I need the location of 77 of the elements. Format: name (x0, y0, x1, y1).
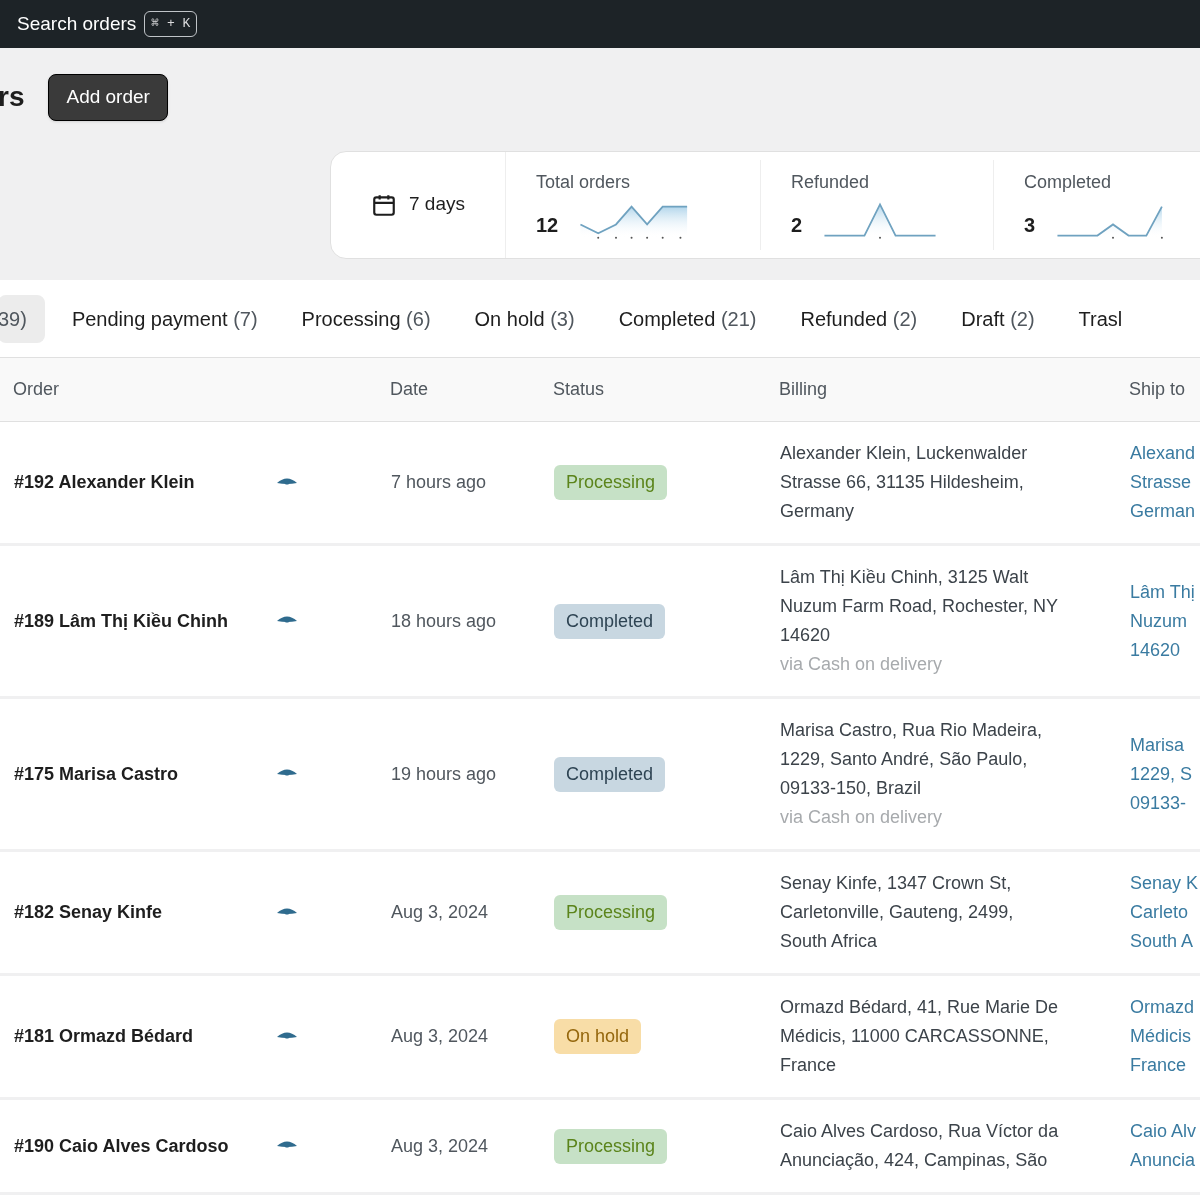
page-title: rs (0, 80, 25, 115)
shipping-address-line[interactable]: Ormazd (1130, 993, 1200, 1022)
order-link[interactable]: #190 Caio Alves Cardoso (14, 1132, 276, 1160)
shipping-address-line[interactable]: Strasse (1130, 468, 1200, 497)
column-header[interactable]: Status (553, 376, 779, 403)
shipping-address-line[interactable]: Médicis (1130, 1022, 1200, 1051)
column-header[interactable]: Ship to (1129, 376, 1200, 403)
status-badge: On hold (554, 1019, 642, 1054)
billing-address-line: 14620 (780, 624, 832, 647)
order-date: 7 hours ago (391, 471, 488, 494)
billing-address-line: Médicis, 11000 CARCASSONNE, (780, 1025, 1050, 1048)
order-date: Aug 3, 2024 (391, 1025, 490, 1048)
stat-label: Total orders (536, 171, 632, 194)
shipping-address-line[interactable]: Marisa (1130, 730, 1200, 760)
order-link[interactable]: #192 Alexander Klein (14, 469, 276, 496)
shipping-address-line[interactable]: 14620 (1130, 635, 1200, 665)
add-order-button[interactable]: Add order (48, 74, 168, 121)
order-date: Aug 3, 2024 (391, 1134, 490, 1158)
billing-address-line: Ormazd Bédard, 41, Rue Marie De (780, 996, 1060, 1019)
filter-tab[interactable]: On hold (3) (457, 294, 592, 343)
order-link[interactable]: #189 Lâm Thị Kiều Chinh (14, 607, 276, 635)
stat-label: Completed (1024, 171, 1113, 194)
billing-address-line: 09133-150, Brazil (780, 777, 923, 800)
order-link[interactable]: #181 Ormazd Bédard (14, 1023, 276, 1050)
column-header[interactable]: Date (390, 376, 553, 403)
status-badge: Processing (554, 1128, 668, 1164)
period-selector[interactable]: 7 days (331, 151, 506, 258)
shipping-address-line[interactable]: Carleto (1130, 898, 1200, 927)
billing-address-line: France (780, 1054, 838, 1077)
billing-address-line: Caio Alves Cardoso, Rua Víctor da (780, 1120, 1060, 1143)
shipping-address-line[interactable]: South A (1130, 927, 1200, 956)
billing-address-line: Alexander Klein, Luckenwalder (780, 442, 1029, 465)
billing-address-line: Senay Kinfe, 1347 Crown St, (780, 872, 1013, 895)
filter-tab[interactable]: Completed (21) (601, 294, 774, 343)
shipping-address-line[interactable]: France (1130, 1051, 1200, 1080)
billing-address-line: South Africa (780, 930, 879, 953)
payment-method: via Cash on delivery (780, 806, 944, 829)
order-date: 18 hours ago (391, 609, 498, 633)
shortcut-hint: ⌘ + K (144, 11, 198, 37)
status-badge: Completed (554, 756, 666, 792)
stat-value: 12 (536, 213, 559, 238)
shipping-address-line[interactable]: 1229, S (1130, 759, 1200, 789)
billing-address-line: Germany (780, 500, 856, 523)
billing-address-line: Strasse 66, 31135 Hildesheim, (780, 471, 1025, 494)
shipping-address-line[interactable]: Alexand (1130, 439, 1200, 468)
filter-tab[interactable]: Processing (6) (284, 294, 448, 343)
order-link[interactable]: #175 Marisa Castro (14, 760, 276, 788)
billing-address-line: 1229, Santo André, São Paulo, (780, 748, 1029, 771)
shipping-address-line[interactable]: Nuzum (1130, 606, 1200, 636)
column-header[interactable]: Billing (779, 376, 1129, 403)
billing-address-line: Anunciação, 424, Campinas, São (780, 1149, 1049, 1172)
billing-address-line: Carletonville, Gauteng, 2499, (780, 901, 1015, 924)
shipping-address-line[interactable]: Lâm Thị (1130, 577, 1200, 607)
filter-tab[interactable]: Refunded (2) (783, 294, 935, 343)
filter-tab[interactable]: Pending payment (7) (54, 294, 275, 343)
order-date: Aug 3, 2024 (391, 901, 490, 924)
shipping-address-line[interactable]: 09133- (1130, 788, 1200, 818)
status-badge: Processing (554, 895, 668, 930)
shipping-address-line[interactable]: Anuncia (1130, 1146, 1200, 1175)
shipping-address-line[interactable]: German (1130, 497, 1200, 526)
stat-value: 2 (791, 213, 803, 238)
shipping-address-line[interactable]: Caio Alv (1130, 1117, 1200, 1146)
payment-method: via Cash on delivery (780, 653, 944, 676)
filter-tab[interactable]: Trasl (1061, 294, 1140, 343)
order-date: 19 hours ago (391, 762, 498, 786)
shipping-address-line[interactable]: Senay K (1130, 869, 1200, 898)
filter-tab[interactable]: Draft (2) (944, 294, 1052, 343)
status-badge: Processing (554, 465, 668, 500)
column-header[interactable]: Order (13, 376, 390, 403)
order-link[interactable]: #182 Senay Kinfe (14, 899, 276, 926)
billing-address-line: Lâm Thị Kiều Chinh, 3125 Walt (780, 566, 1030, 589)
search-button[interactable]: Search orders ⌘ + K (0, 9, 198, 39)
stat-label: Refunded (791, 171, 871, 194)
stat-value: 3 (1024, 213, 1036, 238)
billing-address-line: Nuzum Farm Road, Rochester, NY (780, 595, 1060, 618)
billing-address-line: Marisa Castro, Rua Rio Madeira, (780, 719, 1044, 742)
status-badge: Completed (554, 603, 666, 639)
